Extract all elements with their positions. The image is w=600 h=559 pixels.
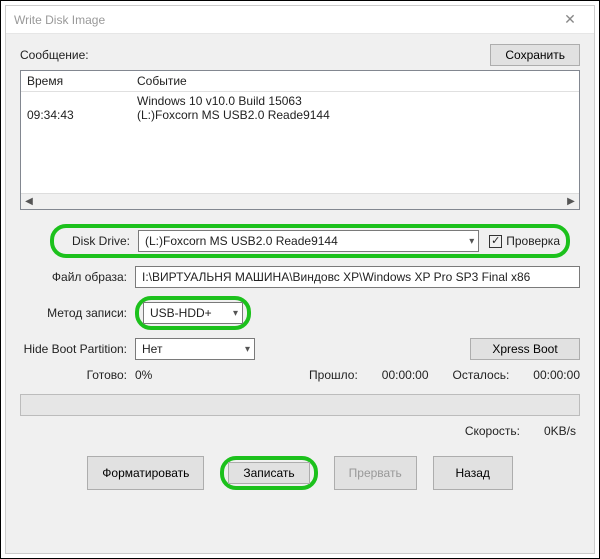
log-row: Windows 10 v10.0 Build 15063: [27, 94, 573, 108]
ready-label: Готово:: [20, 368, 135, 382]
titlebar: Write Disk Image ✕: [6, 6, 594, 34]
hide-boot-value: Нет: [142, 342, 162, 356]
remaining-label: Осталось:: [453, 368, 510, 382]
xpress-boot-button[interactable]: Xpress Boot: [470, 338, 580, 360]
speed-row: Скорость: 0KB/s: [20, 424, 580, 438]
speed-value: 0KB/s: [544, 424, 576, 438]
log-rows: Windows 10 v10.0 Build 15063 09:34:43 (L…: [21, 92, 579, 124]
log-header-time: Время: [27, 74, 137, 88]
progress-row: Готово: 0% Прошло: 00:00:00 Осталось: 00…: [20, 368, 580, 382]
image-file-field[interactable]: I:\ВИРТУАЛЬНЯ МАШИНА\Виндовс ХР\Windows …: [135, 266, 580, 288]
write-button[interactable]: Записать: [228, 462, 309, 484]
scroll-left-icon[interactable]: ◀: [21, 194, 37, 210]
message-label: Сообщение:: [20, 48, 89, 62]
outer-frame: Write Disk Image ✕ Сообщение: Сохранить …: [0, 0, 600, 559]
image-file-label: Файл образа:: [20, 270, 135, 284]
highlight-write-method: USB-HDD+ ▾: [135, 296, 251, 330]
highlight-write-button: Записать: [220, 456, 317, 490]
progress-bar: [20, 394, 580, 416]
hide-boot-row: Hide Boot Partition: Нет ▾ Xpress Boot: [20, 338, 580, 360]
percent-value: 0%: [135, 368, 152, 382]
chevron-down-icon: ▾: [469, 236, 474, 247]
write-method-label: Метод записи:: [20, 306, 135, 320]
save-button[interactable]: Сохранить: [490, 44, 580, 66]
write-method-select[interactable]: USB-HDD+ ▾: [143, 302, 243, 324]
abort-button[interactable]: Прервать: [334, 456, 417, 490]
verify-checkbox[interactable]: ✓ Проверка: [489, 234, 560, 248]
log-row: 09:34:43 (L:)Foxcorn MS USB2.0 Reade9144: [27, 108, 573, 122]
elapsed-label: Прошло:: [309, 368, 358, 382]
highlight-disk-drive: Disk Drive: (L:)Foxcorn MS USB2.0 Reade9…: [50, 224, 570, 258]
image-file-value: I:\ВИРТУАЛЬНЯ МАШИНА\Виндовс ХР\Windows …: [142, 270, 530, 284]
disk-drive-select[interactable]: (L:)Foxcorn MS USB2.0 Reade9144 ▾: [138, 230, 479, 252]
log-header-event: Событие: [137, 74, 573, 88]
write-method-value: USB-HDD+: [150, 306, 212, 320]
chevron-down-icon: ▾: [245, 344, 250, 355]
scroll-right-icon[interactable]: ▶: [563, 194, 579, 210]
hide-boot-select[interactable]: Нет ▾: [135, 338, 255, 360]
verify-label: Проверка: [506, 234, 560, 248]
form-area: Disk Drive: (L:)Foxcorn MS USB2.0 Reade9…: [20, 224, 580, 490]
log-cell-event: (L:)Foxcorn MS USB2.0 Reade9144: [137, 108, 573, 122]
elapsed-value: 00:00:00: [382, 368, 429, 382]
disk-drive-label: Disk Drive:: [60, 234, 138, 248]
log-cell-event: Windows 10 v10.0 Build 15063: [137, 94, 573, 108]
disk-drive-value: (L:)Foxcorn MS USB2.0 Reade9144: [145, 234, 338, 248]
log-box: Время Событие Windows 10 v10.0 Build 150…: [20, 70, 580, 210]
hide-boot-label: Hide Boot Partition:: [20, 342, 135, 356]
log-cell-time: 09:34:43: [27, 108, 137, 122]
button-row: Форматировать Записать Прервать Назад: [20, 456, 580, 490]
checkbox-checked-icon: ✓: [489, 235, 502, 248]
content-area: Сообщение: Сохранить Время Событие Windo…: [6, 34, 594, 553]
write-method-row: Метод записи: USB-HDD+ ▾: [20, 296, 580, 330]
log-header: Время Событие: [21, 71, 579, 92]
speed-label: Скорость:: [465, 424, 520, 438]
image-file-row: Файл образа: I:\ВИРТУАЛЬНЯ МАШИНА\Виндов…: [20, 266, 580, 288]
message-row: Сообщение: Сохранить: [20, 44, 580, 66]
back-button[interactable]: Назад: [433, 456, 513, 490]
horizontal-scrollbar[interactable]: ◀ ▶: [21, 193, 579, 209]
format-button[interactable]: Форматировать: [87, 456, 204, 490]
close-icon[interactable]: ✕: [550, 11, 590, 28]
window-title: Write Disk Image: [14, 13, 105, 27]
remaining-value: 00:00:00: [533, 368, 580, 382]
log-cell-time: [27, 94, 137, 108]
chevron-down-icon: ▾: [233, 308, 238, 319]
window: Write Disk Image ✕ Сообщение: Сохранить …: [5, 5, 595, 554]
